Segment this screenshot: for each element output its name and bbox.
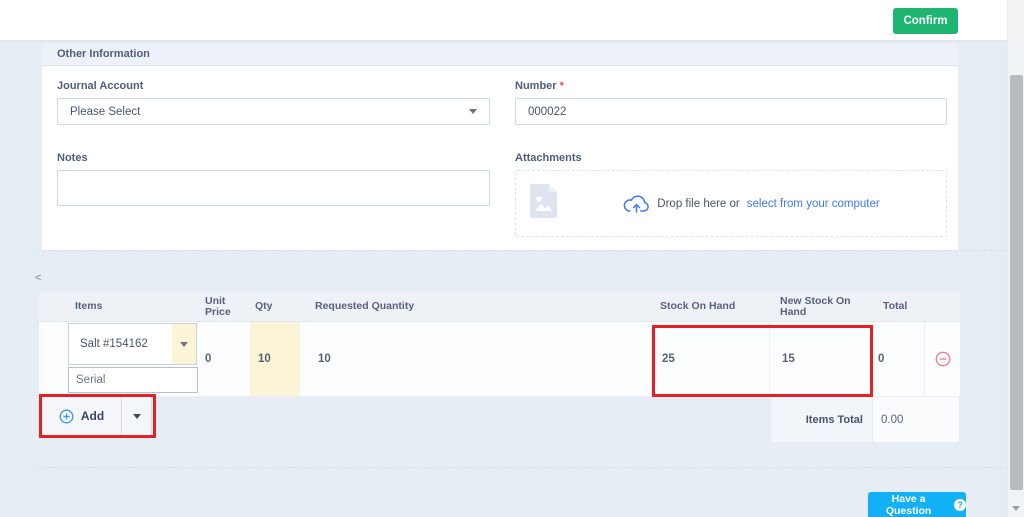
add-item-button[interactable]: Add [41, 396, 152, 436]
col-header-actions [925, 292, 960, 321]
journal-account-select[interactable]: Please Select [57, 98, 490, 125]
notes-label: Notes [57, 152, 88, 164]
confirm-button[interactable]: Confirm [893, 8, 958, 34]
have-a-question-label: Have a Question [885, 492, 932, 517]
required-asterisk: * [559, 80, 564, 92]
add-button-main[interactable]: Add [42, 397, 122, 435]
row-unit-price: 0 [205, 353, 212, 365]
table-row: 0 10 10 25 15 0 Salt #154162 [39, 322, 960, 397]
question-mark-icon: ? [954, 498, 966, 511]
row-drag-handle-cell [39, 322, 62, 396]
row-stock-on-hand: 25 [652, 322, 770, 396]
journal-account-label: Journal Account [57, 80, 144, 92]
item-select-value: Salt #154162 [80, 338, 148, 350]
col-header-new-stock-on-hand: New Stock On Hand [780, 294, 851, 318]
col-header-total: Total [883, 300, 908, 312]
drag-handle-column-header [39, 292, 62, 321]
col-header-requested-quantity: Requested Quantity [315, 300, 415, 312]
items-table: Items Unit Price Qty Requested Quantity … [39, 292, 960, 397]
notes-input[interactable] [57, 170, 490, 206]
have-a-question-button[interactable]: Have a Question ? [868, 492, 966, 517]
select-from-computer-link[interactable]: select from your computer [747, 198, 880, 210]
collapse-panel-icon[interactable]: < [35, 272, 41, 284]
row-total: 0 [873, 322, 925, 396]
chevron-down-icon [469, 109, 477, 114]
add-button-dropdown-toggle[interactable] [122, 397, 151, 435]
chevron-down-icon [180, 341, 188, 347]
plus-circle-icon [59, 409, 74, 423]
other-information-card: Other Information Journal Account Please… [42, 44, 958, 250]
vertical-scrollbar[interactable] [1007, 0, 1024, 517]
cloud-upload-icon [623, 194, 650, 213]
item-select-caret[interactable] [172, 324, 196, 364]
remove-circle-icon [935, 351, 950, 367]
attachments-dropzone[interactable]: Drop file here or select from your compu… [515, 170, 947, 237]
scrollbar-thumb[interactable] [1010, 75, 1023, 490]
number-label: Number * [515, 80, 564, 92]
footer-divider [38, 467, 1007, 468]
drop-file-text: Drop file here or [657, 197, 740, 210]
items-table-header: Items Unit Price Qty Requested Quantity … [39, 292, 960, 322]
chevron-down-icon [132, 413, 141, 419]
add-button-label: Add [80, 409, 105, 423]
serial-input[interactable] [68, 367, 198, 393]
number-input[interactable] [515, 98, 947, 125]
attachments-label: Attachments [515, 152, 582, 164]
row-requested-qty: 10 [300, 322, 652, 396]
section-title-other-information: Other Information [42, 44, 958, 66]
col-header-items: Items [75, 300, 103, 312]
journal-account-selected-value: Please Select [70, 105, 141, 118]
section-divider [38, 250, 1007, 251]
image-file-icon [530, 184, 557, 223]
col-header-unit-price: Unit Price [205, 294, 231, 318]
col-header-qty: Qty [255, 300, 273, 312]
item-select[interactable]: Salt #154162 [68, 323, 197, 365]
col-header-stock-on-hand: Stock On Hand [660, 300, 736, 312]
top-bar: Confirm [0, 0, 1007, 40]
scrollbar-down-arrow-icon[interactable] [1012, 506, 1020, 511]
drop-instructions: Drop file here or select from your compu… [557, 194, 946, 214]
items-total-label: Items Total [770, 397, 873, 443]
items-total-value: 0.00 [873, 397, 960, 443]
row-new-stock-on-hand: 15 [770, 322, 873, 396]
row-remove-button[interactable] [925, 322, 960, 396]
row-qty[interactable]: 10 [250, 322, 300, 396]
